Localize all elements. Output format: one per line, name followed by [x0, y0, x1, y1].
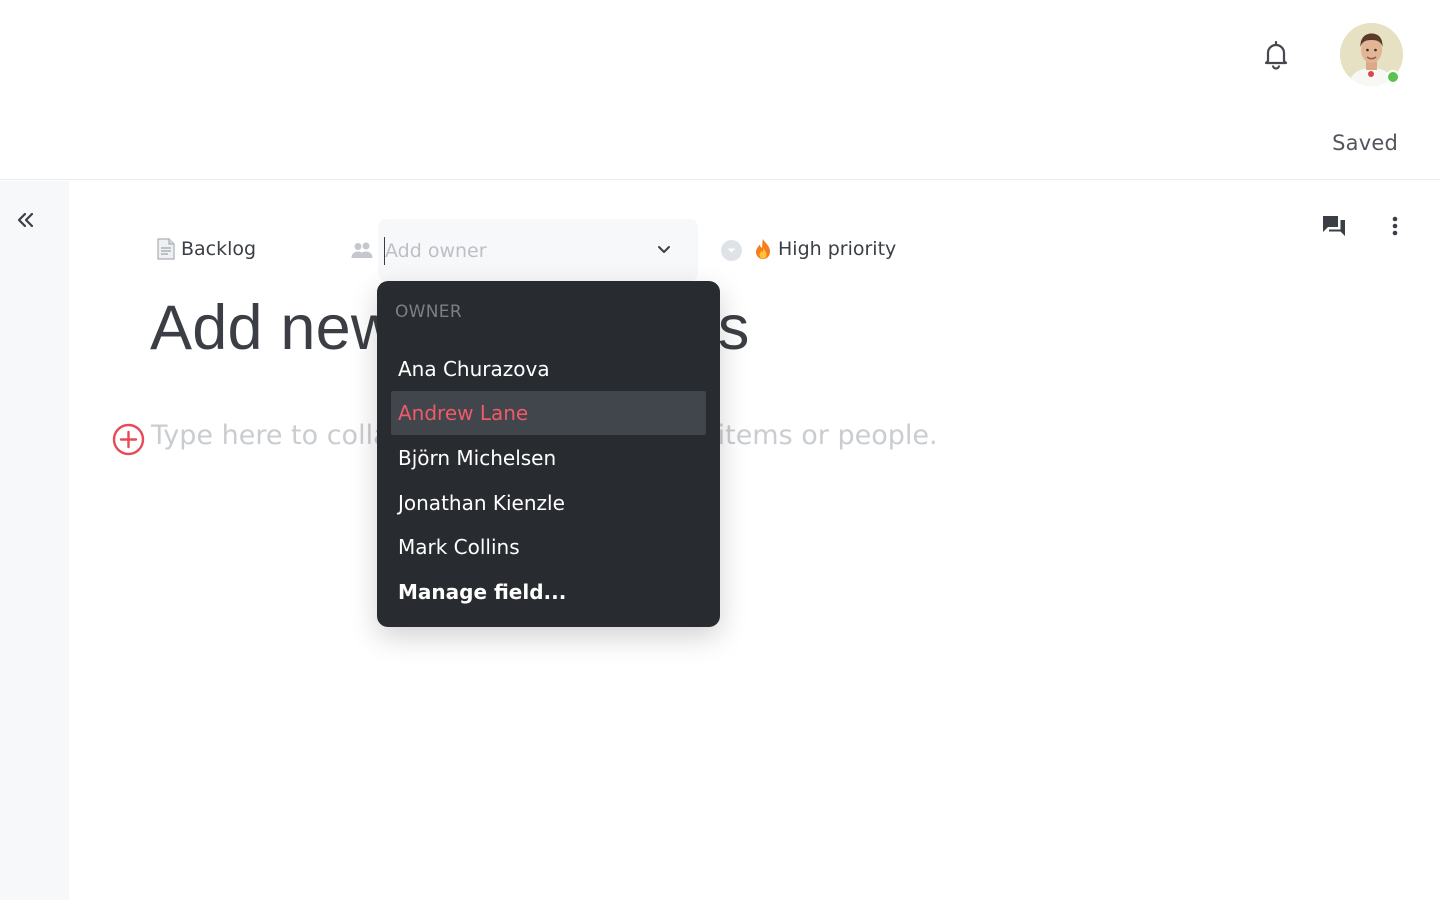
owner-option-ana-churazova[interactable]: Ana Churazova — [391, 347, 706, 391]
double-chevron-left-icon[interactable] — [14, 208, 38, 232]
priority-dropdown-icon[interactable] — [721, 240, 742, 261]
owner-option-andrew-lane[interactable]: Andrew Lane — [391, 391, 706, 435]
fire-icon — [752, 238, 774, 260]
owner-option-mark-collins[interactable]: Mark Collins — [391, 525, 706, 569]
comments-icon[interactable] — [1320, 213, 1348, 239]
saved-status: Saved — [1332, 131, 1398, 155]
owner-input[interactable] — [384, 237, 644, 265]
manage-field-option[interactable]: Manage field... — [391, 570, 706, 614]
status-label: Backlog — [181, 238, 257, 260]
top-header: Saved — [0, 0, 1440, 180]
plus-circle-icon[interactable] — [112, 423, 145, 456]
document-icon — [157, 238, 175, 260]
owner-dropdown-menu: OWNER Ana Churazova Andrew Lane Björn Mi… — [377, 281, 720, 627]
people-icon — [350, 241, 374, 259]
vertical-dots-icon[interactable] — [1384, 214, 1406, 238]
presence-indicator — [1386, 70, 1400, 84]
priority-property[interactable]: High priority — [752, 238, 896, 260]
status-property[interactable]: Backlog — [157, 238, 256, 260]
chevron-down-icon[interactable] — [655, 242, 673, 258]
dropdown-header: OWNER — [395, 302, 462, 322]
bell-icon[interactable] — [1262, 40, 1290, 70]
priority-label: High priority — [778, 238, 897, 260]
owner-option-jonathan-kienzle[interactable]: Jonathan Kienzle — [391, 481, 706, 525]
owner-option-bjorn-michelsen[interactable]: Björn Michelsen — [391, 436, 706, 480]
left-rail — [0, 181, 69, 900]
